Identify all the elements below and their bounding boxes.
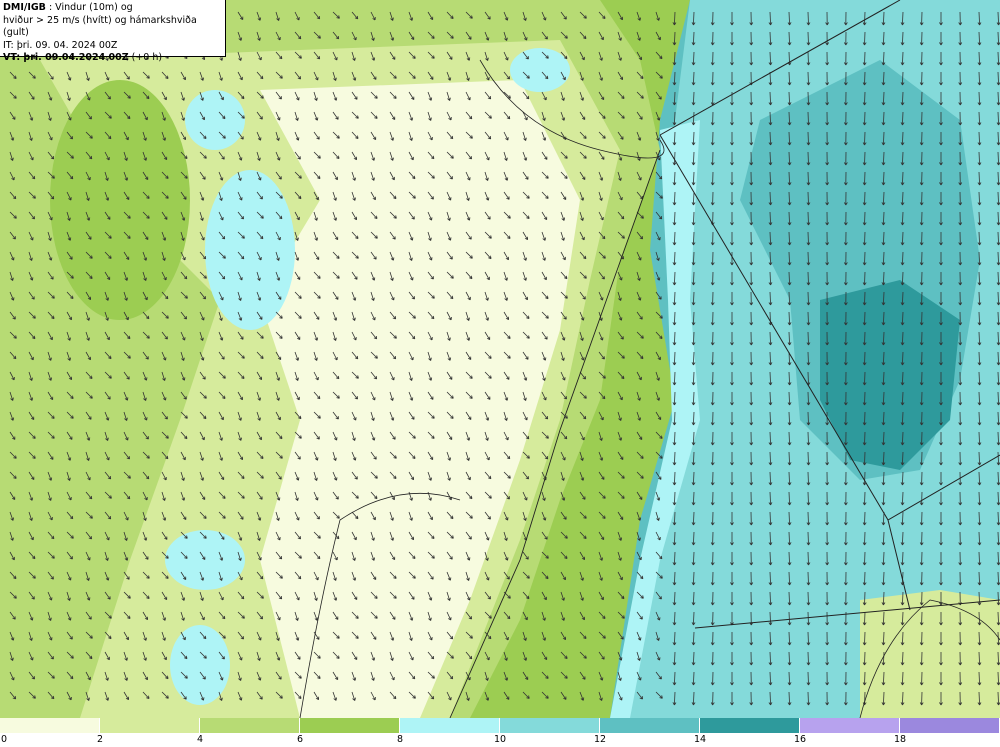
legend-swatch	[900, 718, 1000, 733]
info-box: DMI/IGB : Vindur (10m) og hviður > 25 m/…	[0, 0, 226, 63]
wind-speed-bands	[0, 0, 1000, 718]
info-offset: (+0 h)	[128, 52, 163, 63]
info-title-line: DMI/IGB : Vindur (10m) og	[3, 2, 222, 15]
legend-swatch	[200, 718, 300, 733]
legend-labels: 0 2 4 6 8 10 12 14 16 18	[0, 734, 1000, 747]
gust-patch-north	[510, 48, 570, 92]
legend-label: 0	[0, 734, 8, 745]
legend-label: 2	[96, 734, 104, 745]
gust-patch-west	[205, 170, 295, 330]
legend-swatch	[700, 718, 800, 733]
legend-label: 16	[793, 734, 807, 745]
legend-label: 6	[296, 734, 304, 745]
legend-swatch	[600, 718, 700, 733]
legend-swatch	[100, 718, 200, 733]
legend-label: 12	[593, 734, 607, 745]
info-line2: hviður > 25 m/s (hvítt) og hámarkshviða …	[3, 14, 197, 39]
color-legend: 0 2 4 6 8 10 12 14 16 18	[0, 718, 1000, 747]
legend-label: 4	[196, 734, 204, 745]
info-source: DMI/IGB	[3, 2, 46, 13]
info-valid-time: VT: þri. 09.04.2024 00Z	[3, 52, 129, 63]
info-line3: IT: þri. 09. 04. 2024 00Z	[3, 39, 118, 51]
legend-label: 14	[693, 734, 707, 745]
legend-swatch	[0, 718, 100, 733]
legend-bar	[0, 718, 1000, 733]
wind-map	[0, 0, 1000, 719]
legend-swatch	[400, 718, 500, 733]
legend-label: 10	[493, 734, 507, 745]
legend-label: 8	[396, 734, 404, 745]
legend-swatch	[300, 718, 400, 733]
gust-patch-sw	[165, 530, 245, 590]
info-line1: : Vindur (10m) og	[45, 2, 133, 13]
legend-swatch	[800, 718, 900, 733]
legend-swatch	[500, 718, 600, 733]
gust-patch-nw	[185, 90, 245, 150]
info-line4: VT: þri. 09.04.2024 00Z (+0 h)	[3, 52, 222, 65]
legend-label: 18	[893, 734, 907, 745]
